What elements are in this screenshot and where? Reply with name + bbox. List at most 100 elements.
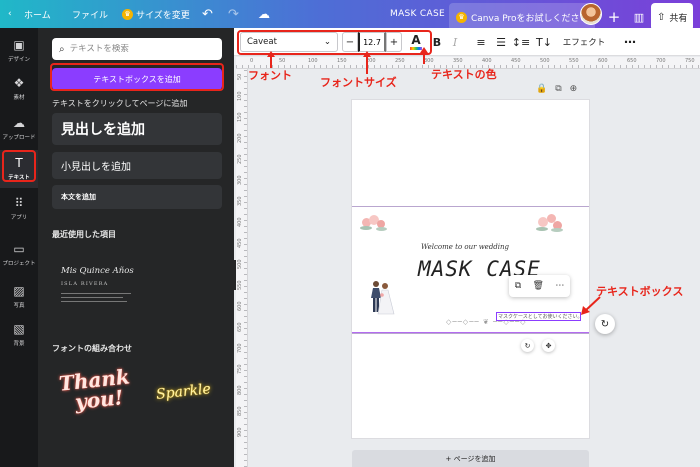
try-pro-label: Canva Proをお試しください	[471, 13, 589, 24]
recent-title: Mis Quince Años	[61, 266, 134, 276]
annotation-arrow	[581, 296, 601, 315]
copy-icon[interactable]: ⧉	[515, 281, 521, 291]
ruler-tick-label: 650	[627, 58, 637, 64]
sparkle-combo[interactable]: Sparkle	[155, 381, 211, 403]
rail-label: プロジェクト	[2, 261, 36, 267]
rail-item-design[interactable]: ▣ デザイン	[0, 32, 38, 70]
recent-text-item[interactable]: Mis Quince Años ISLA RIVERA	[52, 246, 222, 322]
cloud-save-icon[interactable]: ☁	[258, 0, 270, 28]
rail-item-elements[interactable]: ❖ 素材	[0, 70, 38, 108]
rail-label: アプリ	[10, 215, 28, 221]
add-page-button[interactable]: + ページを追加	[352, 450, 589, 467]
redo-icon[interactable]: ↷	[228, 0, 239, 28]
add-subheading-button[interactable]: 小見出しを追加	[52, 152, 222, 179]
crown-icon: ♛	[122, 8, 133, 20]
search-input[interactable]	[69, 44, 210, 54]
italic-button[interactable]: I	[448, 32, 462, 52]
ruler-tick-label: 150	[237, 112, 243, 122]
combo-line: you!	[73, 385, 125, 415]
document-title[interactable]: MASK CASE	[390, 0, 445, 28]
rail-item-photos[interactable]: ▨ 写真	[0, 278, 38, 316]
ruler-tick-label: 250	[237, 154, 243, 164]
page-actions: 🔒 ⧉ ⊕	[536, 84, 577, 94]
ruler-tick-label: 500	[237, 259, 243, 269]
vertical-text-icon[interactable]: T↓	[536, 32, 552, 52]
crown-icon: ♛	[456, 11, 467, 23]
ruler-tick-label: 850	[237, 406, 243, 416]
search-box[interactable]: ⌕	[52, 38, 222, 60]
avatar[interactable]	[580, 3, 602, 25]
rail-item-projects[interactable]: ▭ プロジェクト	[0, 236, 38, 274]
resize-button[interactable]: ♛ サイズを変更	[122, 0, 190, 28]
ruler-tick-label: 750	[237, 364, 243, 374]
ruler-tick-label: 400	[237, 217, 243, 227]
home-link[interactable]: ホーム	[24, 0, 51, 28]
rail-item-uploads[interactable]: ☁ アップロード	[0, 110, 38, 148]
annotation-text-color: テキストの色	[431, 68, 497, 81]
rotate-handle-icon[interactable]: ↻	[521, 339, 534, 352]
ruler-tick-label: 300	[424, 58, 434, 64]
elements-icon: ❖	[13, 76, 25, 90]
rail-item-background[interactable]: ▧ 背景	[0, 316, 38, 354]
rail-label: デザイン	[7, 57, 30, 63]
move-handle-icon[interactable]: ✥	[542, 339, 555, 352]
add-page-icon[interactable]: ⊕	[570, 84, 578, 94]
more-icon[interactable]: ⋯	[555, 281, 564, 291]
side-rail: ▣ デザイン ❖ 素材 ☁ アップロード T テキスト ⠿ アプリ ▭ プロジェ…	[0, 28, 38, 467]
ruler-tick-label: 500	[540, 58, 550, 64]
refresh-icon[interactable]: ↻	[595, 314, 615, 334]
annotation-textbox: テキストボックス	[596, 285, 684, 298]
design-icon: ▣	[13, 38, 25, 52]
trash-icon[interactable]: 🗑	[533, 281, 544, 291]
selected-textbox[interactable]: マスクケースとしてお使いください。	[496, 312, 581, 321]
back-chevron-icon[interactable]: ‹	[8, 0, 12, 28]
recent-heading: 最近使用した項目	[52, 230, 116, 239]
duplicate-page-icon[interactable]: ⧉	[555, 84, 561, 94]
ruler-tick-label: 350	[453, 58, 463, 64]
wedding-couple-illustration[interactable]	[366, 278, 396, 316]
undo-icon[interactable]: ↶	[202, 0, 213, 28]
ruler-tick-label: 600	[598, 58, 608, 64]
ruler-tick-label: 700	[656, 58, 666, 64]
floating-toolbar: ⧉ 🗑 ⋯	[509, 275, 570, 297]
ruler-tick-label: 900	[237, 427, 243, 437]
thank-you-combo[interactable]: Thank you!	[58, 364, 133, 415]
rail-label: 写真	[13, 303, 25, 309]
ruler-tick-label: 300	[237, 175, 243, 185]
background-icon: ▧	[13, 322, 25, 336]
design-page[interactable]: Welcome to our wedding MASK CASE ◇──◇── …	[352, 100, 589, 438]
try-pro-button[interactable]: ♛ Canva Proをお試しください	[449, 3, 596, 31]
ruler-tick-label: 800	[237, 385, 243, 395]
more-options-icon[interactable]: ⋯	[622, 32, 638, 52]
rail-label: 背景	[13, 341, 25, 347]
ruler-tick-label: 50	[237, 73, 243, 80]
effects-button[interactable]: エフェクト	[562, 32, 606, 52]
list-icon[interactable]: ☰	[494, 32, 508, 52]
ruler-tick-label: 250	[395, 58, 405, 64]
spacing-icon[interactable]: ↕≡	[512, 32, 530, 52]
ruler-tick-label: 0	[250, 58, 254, 64]
welcome-text[interactable]: Welcome to our wedding	[421, 243, 509, 251]
ruler-tick-label: 450	[511, 58, 521, 64]
share-button[interactable]: ⇧ 共有	[651, 3, 694, 31]
ruler-tick-label: 750	[685, 58, 695, 64]
rail-item-apps[interactable]: ⠿ アプリ	[0, 190, 38, 228]
ruler-tick-label: 550	[569, 58, 579, 64]
rose-illustration[interactable]	[536, 212, 564, 232]
add-body-text-button[interactable]: 本文を追加	[52, 185, 222, 209]
align-icon[interactable]: ≡	[474, 32, 488, 52]
ruler-tick-label: 450	[237, 238, 243, 248]
annotation-arrow	[420, 47, 428, 64]
add-heading-button[interactable]: 見出しを追加	[52, 113, 222, 145]
file-menu[interactable]: ファイル	[72, 0, 108, 28]
bold-button[interactable]: B	[430, 32, 444, 52]
annotation-arrow	[363, 51, 371, 74]
insights-icon[interactable]: ▥	[630, 3, 648, 31]
folder-icon: ▭	[13, 242, 25, 256]
annotation-font: フォント	[248, 69, 292, 82]
plus-icon[interactable]: +	[603, 3, 625, 31]
rose-illustration[interactable]	[360, 212, 388, 232]
lock-icon[interactable]: 🔒	[536, 84, 547, 94]
selection-guide	[352, 332, 589, 333]
photo-icon: ▨	[13, 284, 25, 298]
